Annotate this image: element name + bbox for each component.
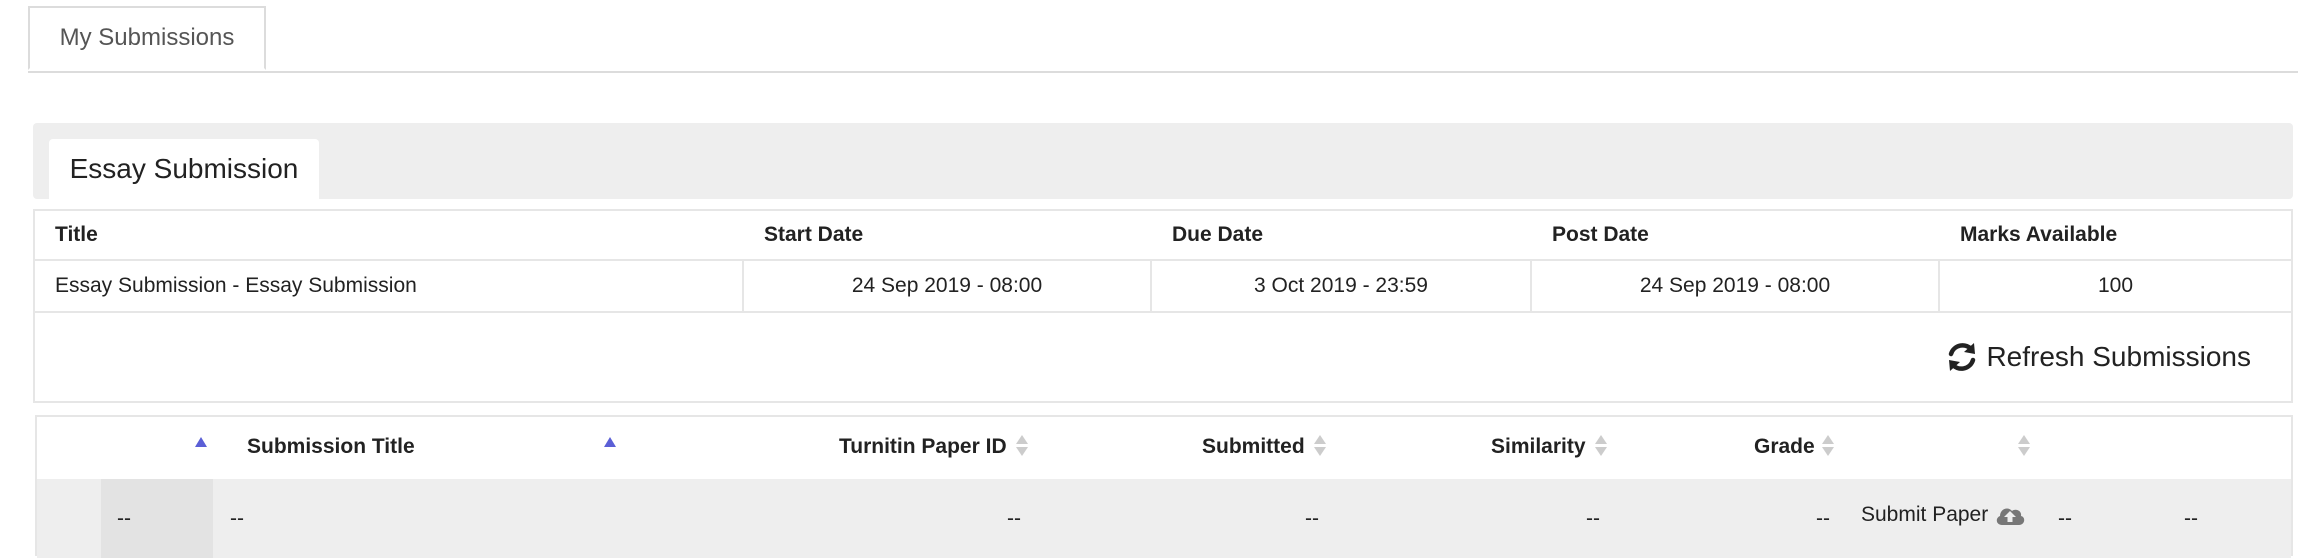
sort-asc-icon[interactable]: [195, 437, 207, 447]
cell-due-date: 3 Oct 2019 - 23:59: [1152, 259, 1532, 313]
header-due-date: Due Date: [1172, 223, 1264, 246]
sort-icon[interactable]: [1822, 435, 1834, 457]
header-turnitin-paper-id[interactable]: Turnitin Paper ID: [839, 435, 1007, 459]
table-row: Essay Submission - Essay Submission 24 S…: [35, 259, 2291, 313]
sort-icon[interactable]: [2018, 435, 2030, 457]
refresh-submissions-label: Refresh Submissions: [1986, 341, 2251, 372]
sort-icon[interactable]: [1314, 435, 1326, 457]
cell-col1: --: [117, 507, 131, 530]
submit-paper-label: Submit Paper: [1861, 503, 1989, 526]
cell-submission-title: --: [230, 507, 244, 530]
cell-grade: --: [1816, 507, 1830, 530]
header-submission-title[interactable]: Submission Title: [247, 435, 415, 459]
header-similarity[interactable]: Similarity: [1491, 435, 1586, 459]
submit-paper-button[interactable]: Submit Paper: [1861, 503, 2026, 527]
cell-col8: --: [2058, 507, 2072, 530]
header-submitted[interactable]: Submitted: [1202, 435, 1305, 459]
tab-strip: My Submissions: [28, 6, 2298, 73]
header-post-date: Post Date: [1552, 223, 1649, 246]
submissions-table: Submission Title Turnitin Paper ID Submi…: [35, 415, 2293, 558]
cell-submitted: --: [1305, 507, 1319, 530]
sort-icon[interactable]: [1016, 435, 1028, 457]
refresh-icon: [1949, 343, 1976, 371]
header-start-date: Start Date: [764, 223, 864, 246]
cloud-upload-icon: [1997, 508, 2025, 525]
tab-essay-submission[interactable]: Essay Submission: [49, 139, 319, 199]
cell-similarity: --: [1586, 507, 1600, 530]
sort-icon[interactable]: [1595, 435, 1607, 457]
info-table-header: Title Start Date Due Date Post Date Mark…: [35, 211, 2291, 261]
header-marks-available: Marks Available: [1960, 223, 2118, 246]
refresh-submissions-button[interactable]: Refresh Submissions: [1946, 341, 2251, 373]
cell-col9: --: [2184, 507, 2198, 530]
sort-asc-icon[interactable]: [604, 437, 616, 447]
header-grade[interactable]: Grade: [1754, 435, 1815, 459]
cell-marks-available: 100: [2097, 274, 2134, 297]
assignment-header: Essay Submission: [33, 123, 2293, 199]
header-title: Title: [55, 223, 98, 246]
assignment-info-table: Title Start Date Due Date Post Date Mark…: [33, 209, 2293, 313]
cell-post-date: 24 Sep 2019 - 08:00: [1532, 259, 1940, 313]
refresh-bar: Refresh Submissions: [33, 313, 2293, 403]
submissions-table-header: Submission Title Turnitin Paper ID Submi…: [37, 417, 2291, 479]
tab-my-submissions[interactable]: My Submissions: [28, 6, 266, 70]
cell-paper-id: --: [1007, 507, 1021, 530]
cell-title: Essay Submission - Essay Submission: [35, 259, 744, 313]
table-row: -- -- -- -- -- -- Submit Paper -- --: [37, 479, 2291, 558]
cell-start-date: 24 Sep 2019 - 08:00: [744, 259, 1152, 313]
